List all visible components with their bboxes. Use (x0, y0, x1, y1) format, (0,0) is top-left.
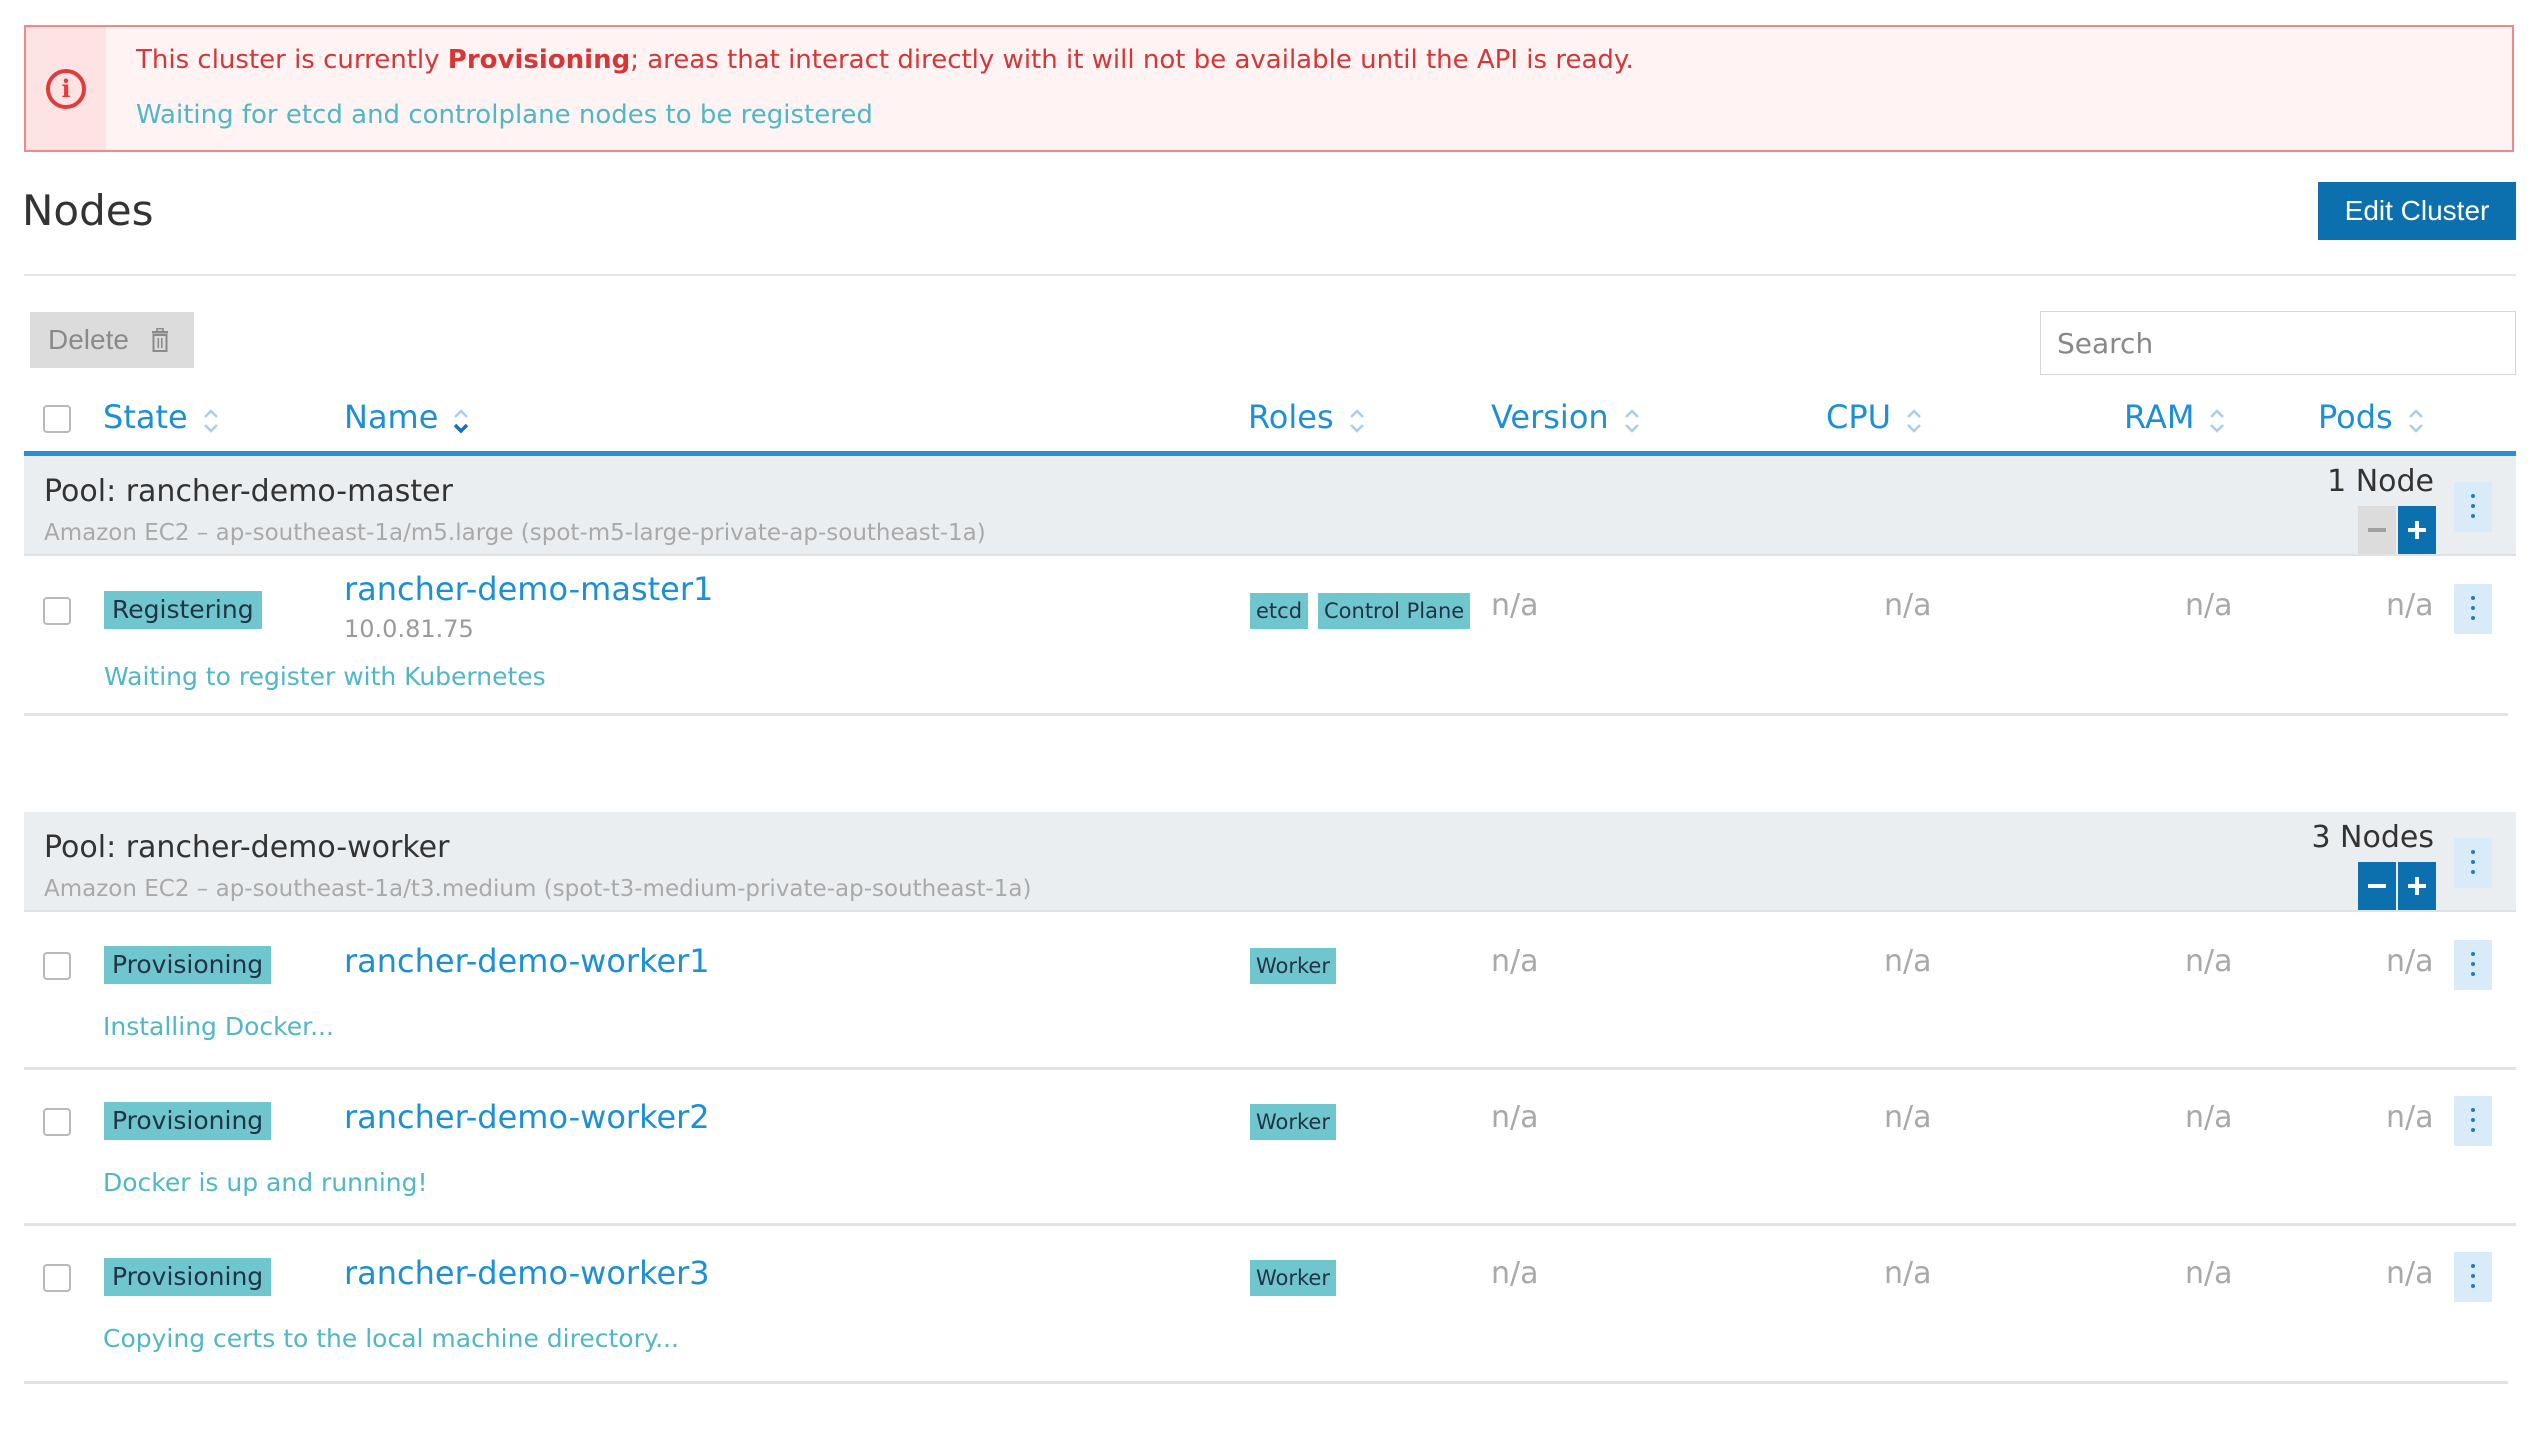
sort-descending-icon (454, 409, 469, 434)
version-value: n/a (1491, 1100, 1539, 1135)
node-status-message: Waiting to register with Kubernetes (104, 662, 546, 691)
alert-circle-icon: i (46, 69, 86, 109)
column-header-ram[interactable]: RAM (2124, 398, 2226, 436)
pool-node-count: 1 Node (2327, 464, 2434, 499)
state-badge: Provisioning (104, 946, 272, 984)
table-row: Provisioning rancher-demo-worker1 Worker… (24, 914, 2516, 1070)
node-status-message: Copying certs to the local machine direc… (103, 1324, 679, 1353)
edit-cluster-button[interactable]: Edit Cluster (2318, 182, 2516, 240)
sort-icon (2210, 409, 2225, 433)
version-value: n/a (1491, 944, 1539, 979)
node-status-message: Docker is up and running! (103, 1168, 428, 1197)
sort-icon (1349, 409, 1364, 433)
column-header-pods[interactable]: Pods (2318, 398, 2425, 436)
role-badge-controlplane: Control Plane (1318, 593, 1471, 629)
scale-up-button[interactable] (2398, 862, 2436, 910)
table-row: Provisioning rancher-demo-worker3 Worker… (24, 1226, 2508, 1384)
table-row: Registering rancher-demo-master1 10.0.81… (24, 558, 2508, 716)
row-checkbox[interactable] (43, 1264, 71, 1292)
state-badge: Provisioning (104, 1102, 272, 1140)
ram-value: n/a (2185, 588, 2233, 623)
state-badge: Provisioning (104, 1258, 272, 1296)
sort-icon (2408, 409, 2423, 433)
pool-description: Amazon EC2 – ap-southeast-1a/t3.medium (… (44, 876, 1032, 902)
ram-value: n/a (2185, 944, 2233, 979)
version-value: n/a (1491, 588, 1539, 623)
column-header-roles[interactable]: Roles (1248, 398, 1366, 436)
pods-value: n/a (2386, 944, 2434, 979)
role-badge-worker: Worker (1250, 948, 1336, 984)
search-input[interactable] (2040, 311, 2516, 375)
pods-value: n/a (2386, 1100, 2434, 1135)
cpu-value: n/a (1884, 588, 1932, 623)
pool-name: Pool: rancher-demo-master (44, 474, 453, 509)
node-name-link[interactable]: rancher-demo-worker2 (344, 1098, 710, 1136)
scale-down-button[interactable] (2358, 862, 2396, 910)
page-title: Nodes (22, 186, 154, 235)
select-all-checkbox[interactable] (43, 405, 71, 433)
node-actions-menu[interactable] (2454, 584, 2492, 634)
role-badge-etcd: etcd (1250, 593, 1309, 629)
provisioning-banner: i This cluster is currently Provisioning… (24, 25, 2514, 152)
cpu-value: n/a (1884, 1100, 1932, 1135)
table-row: Provisioning rancher-demo-worker2 Worker… (24, 1070, 2516, 1226)
sort-icon (1907, 409, 1921, 433)
pool-name: Pool: rancher-demo-worker (44, 830, 450, 865)
pool-header-master: Pool: rancher-demo-master Amazon EC2 – a… (24, 456, 2516, 556)
node-ip: 10.0.81.75 (344, 615, 474, 643)
node-name-link[interactable]: rancher-demo-worker3 (344, 1254, 710, 1292)
pool-description: Amazon EC2 – ap-southeast-1a/m5.large (s… (44, 520, 986, 546)
banner-icon-box: i (26, 27, 106, 150)
header-divider (24, 274, 2516, 276)
delete-button[interactable]: Delete (30, 312, 194, 368)
column-header-cpu[interactable]: CPU (1826, 398, 1923, 436)
scale-up-button[interactable] (2398, 506, 2436, 554)
sort-icon (1624, 409, 1639, 433)
ram-value: n/a (2185, 1256, 2233, 1291)
trash-icon (152, 328, 168, 352)
scale-down-button[interactable] (2358, 506, 2396, 554)
node-actions-menu[interactable] (2454, 1252, 2492, 1302)
version-value: n/a (1491, 1256, 1539, 1291)
pods-value: n/a (2386, 1256, 2434, 1291)
column-header-name[interactable]: Name (344, 398, 470, 436)
node-actions-menu[interactable] (2454, 1096, 2492, 1146)
pods-value: n/a (2386, 588, 2434, 623)
pool-actions-menu[interactable] (2454, 482, 2492, 532)
minus-icon (2368, 528, 2386, 532)
pool-node-count: 3 Nodes (2311, 820, 2434, 855)
pool-header-worker: Pool: rancher-demo-worker Amazon EC2 – a… (24, 812, 2516, 912)
banner-message: This cluster is currently Provisioning; … (136, 45, 1634, 75)
node-name-link[interactable]: rancher-demo-worker1 (344, 942, 710, 980)
pool-actions-menu[interactable] (2454, 838, 2492, 888)
delete-label: Delete (48, 324, 129, 355)
banner-submessage: Waiting for etcd and controlplane nodes … (136, 100, 873, 130)
role-badge-worker: Worker (1250, 1260, 1336, 1296)
node-status-message: Installing Docker... (103, 1012, 334, 1041)
ram-value: n/a (2185, 1100, 2233, 1135)
node-actions-menu[interactable] (2454, 940, 2492, 990)
state-badge: Registering (104, 591, 262, 629)
cpu-value: n/a (1884, 1256, 1932, 1291)
cpu-value: n/a (1884, 944, 1932, 979)
sort-icon (203, 409, 218, 433)
column-header-state[interactable]: State (103, 398, 220, 436)
row-checkbox[interactable] (43, 952, 71, 980)
row-checkbox[interactable] (43, 597, 71, 625)
column-header-version[interactable]: Version (1491, 398, 1641, 436)
row-checkbox[interactable] (43, 1108, 71, 1136)
minus-icon (2368, 884, 2386, 888)
role-badge-worker: Worker (1250, 1104, 1336, 1140)
node-name-link[interactable]: rancher-demo-master1 (344, 570, 713, 608)
